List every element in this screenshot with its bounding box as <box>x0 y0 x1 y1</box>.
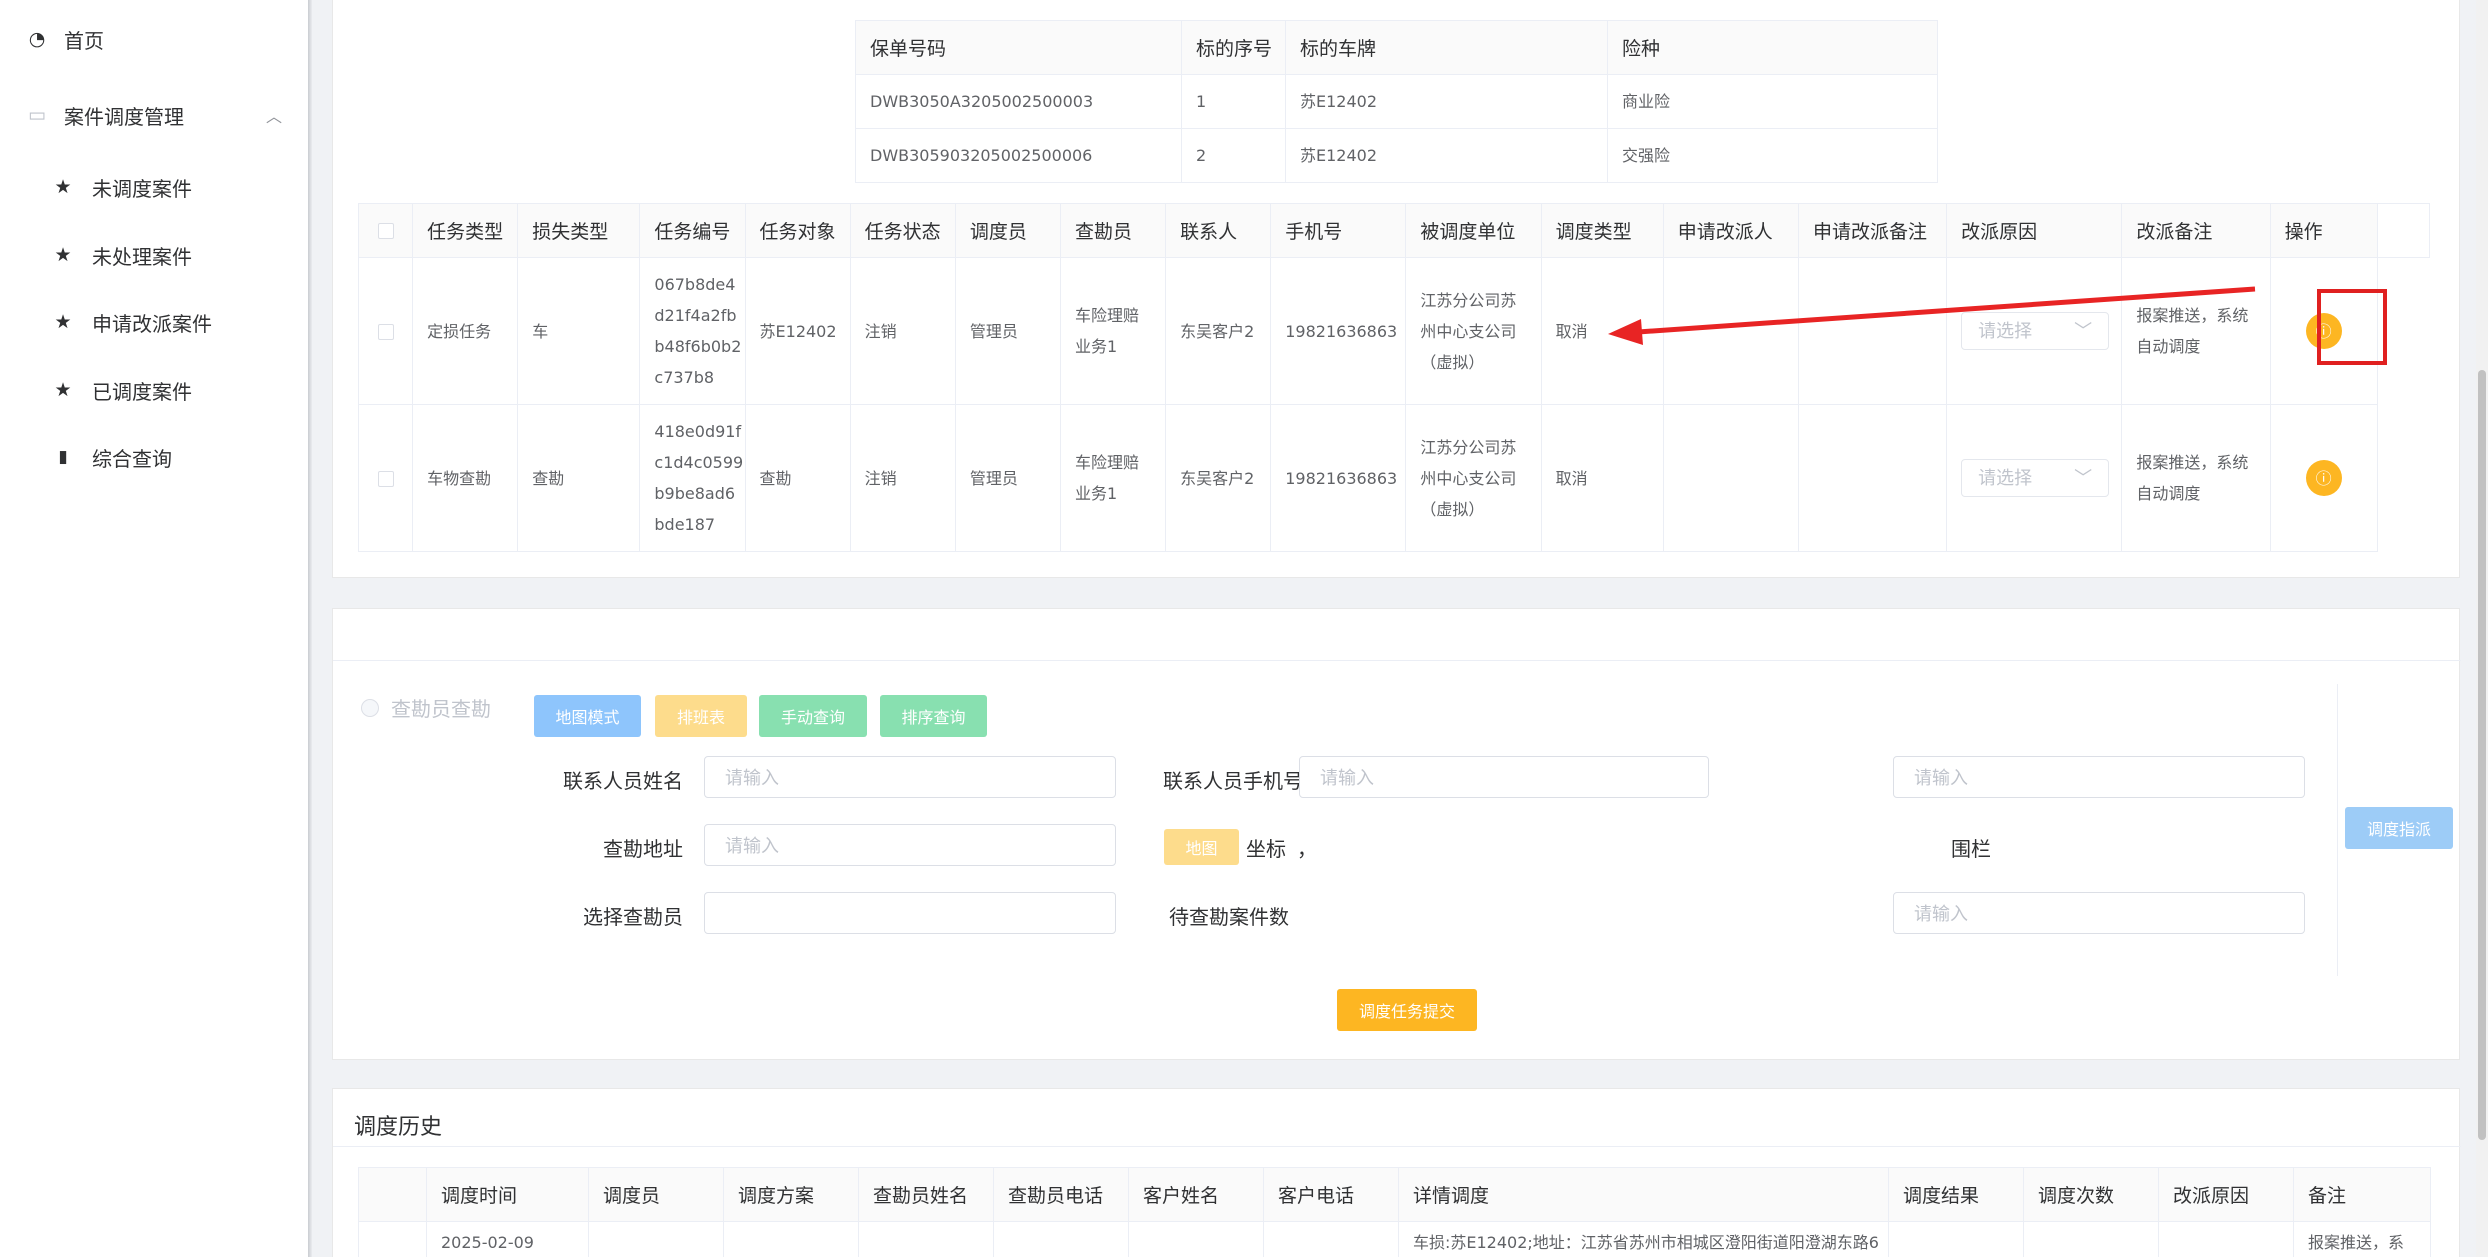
col-header: 调度方案 <box>723 1167 859 1222</box>
col-header: 调度员 <box>588 1167 724 1222</box>
sidebar-item-label: 未调度案件 <box>92 176 192 201</box>
remark-input[interactable]: 请输入 <box>1893 756 2305 798</box>
sidebar-item-unprocessed[interactable]: ★ 未处理案件 <box>0 240 310 270</box>
sidebar-item-dispatched[interactable]: ★ 已调度案件 <box>0 375 310 405</box>
col-header: 详情调度 <box>1398 1167 1889 1222</box>
col-header: 调度结果 <box>1888 1167 2024 1222</box>
contact-name-input[interactable]: 请输入 <box>704 756 1116 798</box>
sidebar-item-label: 申请改派案件 <box>92 311 212 336</box>
dispatch-detail: 车损:苏E12402;地址：江苏省苏州市相城区澄阳街道阳澄湖东路6 <box>1398 1221 1889 1257</box>
col-header: 备注 <box>2293 1167 2431 1222</box>
table-row: 2025-02-09 15:17: 车损:苏E12402;地址：江苏省苏州市相城… <box>358 1221 2431 1257</box>
sidebar-item-label: 首页 <box>64 28 104 53</box>
sidebar: ◔ 首页 ▭ 案件调度管理 ︿ ★ 未调度案件 ★ 未处理案件 ★ 申请改派案件… <box>0 0 310 1257</box>
sidebar-item-label: 案件调度管理 <box>64 104 184 129</box>
history-note: 报案推送，系 <box>2293 1221 2431 1257</box>
col-header: 客户电话 <box>1263 1167 1399 1222</box>
col-header: 改派原因 <box>2158 1167 2294 1222</box>
task-card: 保单号码 标的序号 标的车牌 险种 DWB3050A3205002500003 … <box>332 0 2460 578</box>
sidebar-item-label: 未处理案件 <box>92 244 192 269</box>
address-input[interactable]: 请输入 <box>704 824 1116 866</box>
select-surveyor-label: 选择查勘员 <box>583 905 683 929</box>
address-label: 查勘地址 <box>603 837 683 861</box>
col-header: 查勘员电话 <box>993 1167 1129 1222</box>
manual-query-button[interactable]: 手动查询 <box>759 695 867 737</box>
sidebar-item-home[interactable]: ◔ 首页 <box>0 24 310 54</box>
sort-query-button[interactable]: 排序查询 <box>880 695 987 737</box>
app-root: ◔ 首页 ▭ 案件调度管理 ︿ ★ 未调度案件 ★ 未处理案件 ★ 申请改派案件… <box>0 0 2488 1257</box>
dashboard-icon: ◔ <box>28 28 46 50</box>
star-icon: ★ <box>54 311 72 333</box>
contact-phone-input[interactable]: 请输入 <box>1299 756 1709 798</box>
divider <box>333 660 2461 661</box>
chevron-up-icon: ︿ <box>266 107 283 126</box>
scrollbar-thumb[interactable] <box>2478 370 2486 1140</box>
history-title: 调度历史 <box>354 1115 443 1140</box>
col-header <box>358 1167 427 1222</box>
sidebar-item-undispatched[interactable]: ★ 未调度案件 <box>0 172 310 202</box>
vertical-divider <box>2337 684 2338 976</box>
pending-cases-label: 待查勘案件数 <box>1169 905 1289 929</box>
star-icon: ★ <box>54 379 72 401</box>
sidebar-item-case-dispatch[interactable]: ▭ 案件调度管理 ︿ <box>0 100 310 130</box>
sidebar-item-query[interactable]: ▮ 综合查询 <box>0 442 310 472</box>
sidebar-item-label: 综合查询 <box>92 446 172 471</box>
col-header: 调度时间 <box>426 1167 589 1222</box>
schedule-button[interactable]: 排班表 <box>655 695 747 737</box>
star-icon: ★ <box>54 176 72 198</box>
assign-button[interactable]: 调度指派 <box>2345 807 2453 849</box>
dispatch-time: 2025-02-09 15:17: <box>426 1221 589 1257</box>
select-surveyor-input[interactable] <box>704 892 1116 934</box>
mobile-input[interactable]: 请输入 <box>1893 892 2305 934</box>
history-table: 调度时间 调度员 调度方案 查勘员姓名 查勘员电话 客户姓名 客户电话 详情调度… <box>358 1167 2431 1257</box>
col-header: 查勘员姓名 <box>858 1167 994 1222</box>
coord-value: ， <box>1297 837 1317 861</box>
map-mode-button[interactable]: 地图模式 <box>534 695 641 737</box>
fence-label: 围栏 <box>1951 837 1991 861</box>
arrow-line <box>1637 286 2256 335</box>
surveyor-radio[interactable]: 查勘员查勘 <box>361 693 491 722</box>
sidebar-item-label: 已调度案件 <box>92 379 192 404</box>
divider <box>333 1146 2461 1147</box>
history-header-row: 调度时间 调度员 调度方案 查勘员姓名 查勘员电话 客户姓名 客户电话 详情调度… <box>358 1167 2431 1222</box>
sidebar-item-reassign-request[interactable]: ★ 申请改派案件 <box>0 307 310 337</box>
coord-label: 坐标 <box>1246 837 1286 861</box>
contact-phone-label: 联系人员手机号 <box>1163 769 1303 793</box>
bar-chart-icon: ▮ <box>58 447 68 467</box>
map-button[interactable]: 地图 <box>1164 829 1239 865</box>
star-icon: ★ <box>54 244 72 266</box>
col-header: 调度次数 <box>2023 1167 2159 1222</box>
contact-name-label: 联系人员姓名 <box>563 769 683 793</box>
submit-dispatch-button[interactable]: 调度任务提交 <box>1337 989 1477 1031</box>
history-card: 调度历史 调度时间 调度员 调度方案 查勘员姓名 查勘员电话 客户姓名 客户电话 <box>332 1088 2461 1257</box>
annotation-arrow <box>1608 286 2256 345</box>
radio-circle <box>361 698 379 717</box>
arrow-head <box>1608 319 1643 345</box>
briefcase-icon: ▭ <box>28 104 46 126</box>
dispatch-form-card: 查勘员查勘 地图模式 排班表 手动查询 排序查询 联系人员姓名 请输入 联系人员… <box>332 608 2461 1060</box>
col-header: 客户姓名 <box>1128 1167 1264 1222</box>
main-content: 保单号码 标的序号 标的车牌 险种 DWB3050A3205002500003 … <box>312 0 2488 1257</box>
